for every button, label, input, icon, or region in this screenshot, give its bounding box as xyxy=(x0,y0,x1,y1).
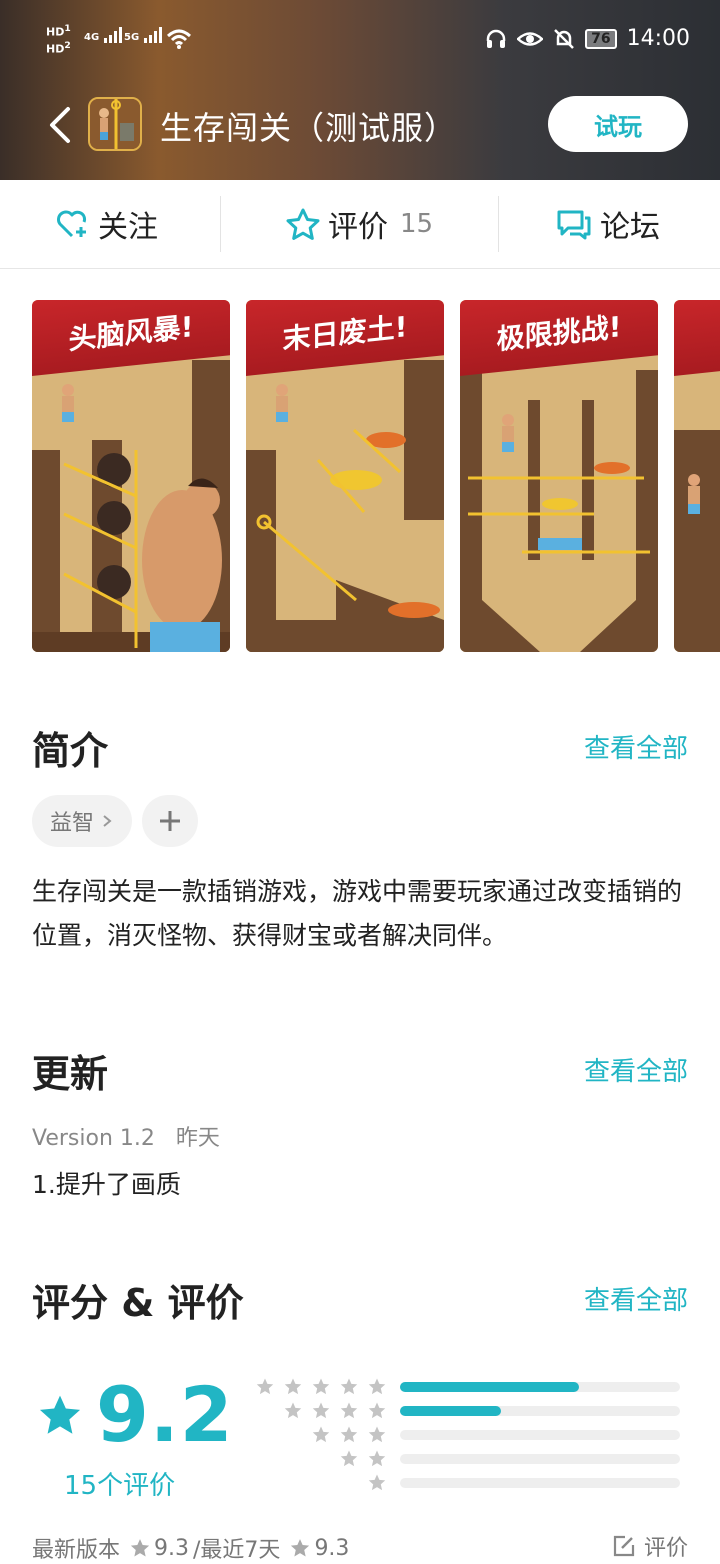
star-small-icon xyxy=(291,1539,310,1557)
rating-row-stars xyxy=(312,1426,386,1443)
latest-version-score: 9.3 xyxy=(154,1535,190,1561)
star-small-icon xyxy=(130,1539,150,1557)
app-icon xyxy=(88,97,142,151)
screenshot-carousel[interactable]: 头脑风暴! 末日废土! 极限挑战! xyxy=(32,300,720,652)
rating-row-stars xyxy=(340,1450,386,1467)
tag-label: 益智 xyxy=(49,811,94,836)
app-title: 生存闯关（测试服） xyxy=(160,109,458,147)
signal-bars-icon xyxy=(143,27,162,43)
intro-description: 生存闯关是一款插销游戏，游戏中需要玩家通过改变插销的位置，消灭怪物、获得财宝或者… xyxy=(32,877,683,950)
rating-star-icon xyxy=(256,1378,274,1395)
try-play-button[interactable]: 试玩 xyxy=(548,96,688,152)
battery-indicator: 76 xyxy=(585,28,617,49)
status-bar: HD1 HD2 4G 5G 76 14:00 xyxy=(0,0,720,80)
hd1-label: HD xyxy=(46,25,65,39)
tab-review[interactable]: 评价 15 xyxy=(286,180,433,268)
wifi-icon xyxy=(166,29,192,49)
action-tabs: 关注 评价 15 论坛 xyxy=(0,180,720,269)
tab-forum[interactable]: 论坛 xyxy=(556,180,660,268)
rating-bar-track xyxy=(400,1478,680,1488)
version-label: Version 1.2 xyxy=(32,1126,155,1151)
screenshot-4[interactable]: 英 xyxy=(674,300,720,652)
ratings-title: 评分 & 评价 xyxy=(32,1281,244,1325)
intro-title: 简介 xyxy=(32,729,109,773)
chat-bubbles-icon xyxy=(557,210,591,240)
write-review-link[interactable]: 评价 xyxy=(612,1530,688,1562)
rating-bar-track xyxy=(400,1430,680,1440)
signal-4g: 4G xyxy=(84,26,125,44)
rating-bar-fill xyxy=(400,1406,501,1416)
rating-row-stars xyxy=(256,1378,386,1395)
screenshot-2[interactable]: 末日废土! xyxy=(246,300,444,652)
back-arrow-icon[interactable] xyxy=(48,105,72,145)
edit-icon xyxy=(613,1535,635,1557)
clock: 14:00 xyxy=(626,26,690,51)
rating-bar-track xyxy=(400,1382,680,1392)
rating-bar-track xyxy=(400,1454,680,1464)
screenshot-banner: 英 xyxy=(674,300,720,376)
recent-label: /最近7天 xyxy=(193,1538,281,1563)
bell-off-icon xyxy=(554,28,574,49)
rating-star-icon xyxy=(284,1402,302,1419)
tab-divider xyxy=(498,196,499,252)
ratings-see-all-link[interactable]: 查看全部 xyxy=(584,1280,688,1317)
eye-icon xyxy=(517,31,544,46)
add-tag-button[interactable] xyxy=(142,795,198,847)
status-right: 76 14:00 xyxy=(485,26,690,51)
chevron-right-icon xyxy=(103,815,112,827)
latest-version-label: 最新版本 xyxy=(32,1538,121,1563)
screenshot-3[interactable]: 极限挑战! xyxy=(460,300,658,652)
rating-row-stars xyxy=(284,1402,386,1419)
rating-star-icon xyxy=(368,1426,386,1443)
rating-star-icon xyxy=(340,1378,358,1395)
plus-icon xyxy=(160,811,180,831)
tab-review-label: 评价 xyxy=(328,210,388,245)
tab-follow-label: 关注 xyxy=(98,210,158,245)
heart-plus-icon xyxy=(57,210,87,238)
nav-bar: 生存闯关（测试服） 试玩 xyxy=(0,95,720,155)
rating-row-stars xyxy=(368,1474,386,1491)
rating-star-icon xyxy=(368,1402,386,1419)
hd-indicators: HD1 HD2 xyxy=(46,22,71,55)
update-date: 昨天 xyxy=(175,1126,220,1151)
screenshot-1[interactable]: 头脑风暴! xyxy=(32,300,230,652)
rating-bar-fill xyxy=(400,1382,580,1392)
update-see-all-link[interactable]: 查看全部 xyxy=(584,1051,688,1088)
rating-star-icon xyxy=(340,1426,358,1443)
rating-count: 15个评价 xyxy=(64,1471,176,1501)
signal-5g: 5G xyxy=(124,26,165,44)
rating-star-icon xyxy=(312,1426,330,1443)
tab-divider xyxy=(220,196,221,252)
headphones-icon xyxy=(486,29,506,48)
hd1-sub: 1 xyxy=(64,23,71,34)
star-outline-icon xyxy=(286,208,320,240)
tab-forum-label: 论坛 xyxy=(600,210,660,245)
signal-bars-icon xyxy=(103,27,122,43)
review-count: 15 xyxy=(400,209,434,239)
rating-star-icon xyxy=(368,1450,386,1467)
rating-star-icon xyxy=(340,1402,358,1419)
intro-see-all-link[interactable]: 查看全部 xyxy=(584,728,688,765)
tag-chip[interactable]: 益智 xyxy=(32,795,132,847)
average-score: 9.2 xyxy=(96,1370,234,1459)
rating-star-icon xyxy=(312,1378,330,1395)
rating-star-icon xyxy=(368,1378,386,1395)
recent-score: 9.3 xyxy=(314,1535,350,1561)
rating-star-icon xyxy=(284,1378,302,1395)
hd2-sub: 2 xyxy=(64,39,71,51)
update-title: 更新 xyxy=(32,1052,109,1096)
version-score-summary: 最新版本 9.3 /最近7天 9.3 xyxy=(32,1532,349,1564)
version-info: Version 1.2 昨天 xyxy=(32,1120,220,1152)
update-notes: 1.提升了画质 xyxy=(32,1170,181,1199)
star-filled-icon xyxy=(39,1395,81,1434)
app-header: HD1 HD2 4G 5G 76 14:00 生存闯关（测试服） 试玩 xyxy=(0,0,720,180)
write-review-label: 评价 xyxy=(643,1536,688,1561)
rating-star-icon xyxy=(340,1450,358,1467)
rating-star-icon xyxy=(368,1474,386,1491)
rating-bar-track xyxy=(400,1406,680,1416)
tab-follow[interactable]: 关注 xyxy=(56,180,158,268)
hd2-label: HD xyxy=(46,42,65,56)
rating-star-icon xyxy=(312,1402,330,1419)
